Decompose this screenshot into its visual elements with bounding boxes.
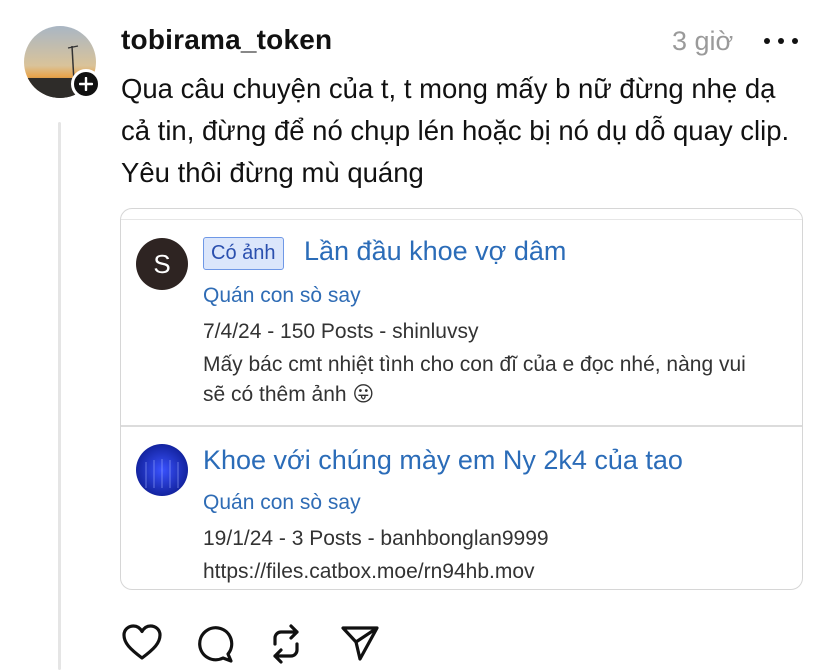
comment-button[interactable] bbox=[194, 624, 234, 669]
thread-link: https://files.catbox.moe/rn94hb.mov bbox=[203, 560, 535, 583]
share-icon bbox=[341, 626, 379, 661]
share-button[interactable] bbox=[340, 624, 380, 667]
forum-thread-item: S Có ảnh Lần đầu khoe vợ dâm Quán con sò… bbox=[121, 219, 802, 433]
thread-title: Lần đầu khoe vợ dâm bbox=[304, 236, 567, 266]
follow-button[interactable] bbox=[71, 69, 101, 99]
thread-line bbox=[58, 122, 61, 670]
thread-title: Khoe với chúng mày em Ny 2k4 của tao bbox=[203, 445, 683, 475]
repost-icon bbox=[273, 624, 299, 664]
username[interactable]: tobirama_token bbox=[121, 24, 332, 56]
plus-icon bbox=[79, 77, 93, 91]
thread-meta: 19/1/24 - 3 Posts - banhbonglan9999 bbox=[203, 527, 549, 550]
thread-meta: 7/4/24 - 150 Posts - shinluvsy bbox=[203, 320, 479, 343]
forum-name: Quán con sò say bbox=[203, 284, 361, 307]
repost-button[interactable] bbox=[267, 624, 305, 669]
photo-badge: Có ảnh bbox=[203, 237, 284, 270]
post-text: Qua câu chuyện của t, t mong mấy b nữ đừ… bbox=[121, 73, 790, 188]
thread-avatar bbox=[136, 444, 188, 496]
like-button[interactable] bbox=[122, 624, 162, 667]
more-dot-icon bbox=[792, 38, 798, 44]
forum-thread-item: Khoe với chúng mày em Ny 2k4 của tao Quá… bbox=[121, 427, 802, 587]
thread-snippet: Mấy bác cmt nhiệt tình cho con đĩ của e … bbox=[203, 353, 746, 406]
thread-avatar: S bbox=[136, 238, 188, 290]
more-dot-icon bbox=[778, 38, 784, 44]
forum-name: Quán con sò say bbox=[203, 491, 361, 514]
timestamp: 3 giờ bbox=[672, 26, 734, 56]
more-dot-icon bbox=[764, 38, 770, 44]
attached-image[interactable]: S Có ảnh Lần đầu khoe vợ dâm Quán con sò… bbox=[120, 208, 803, 590]
more-options-button[interactable] bbox=[764, 26, 798, 56]
comment-icon bbox=[198, 626, 234, 663]
heart-icon bbox=[122, 624, 162, 660]
